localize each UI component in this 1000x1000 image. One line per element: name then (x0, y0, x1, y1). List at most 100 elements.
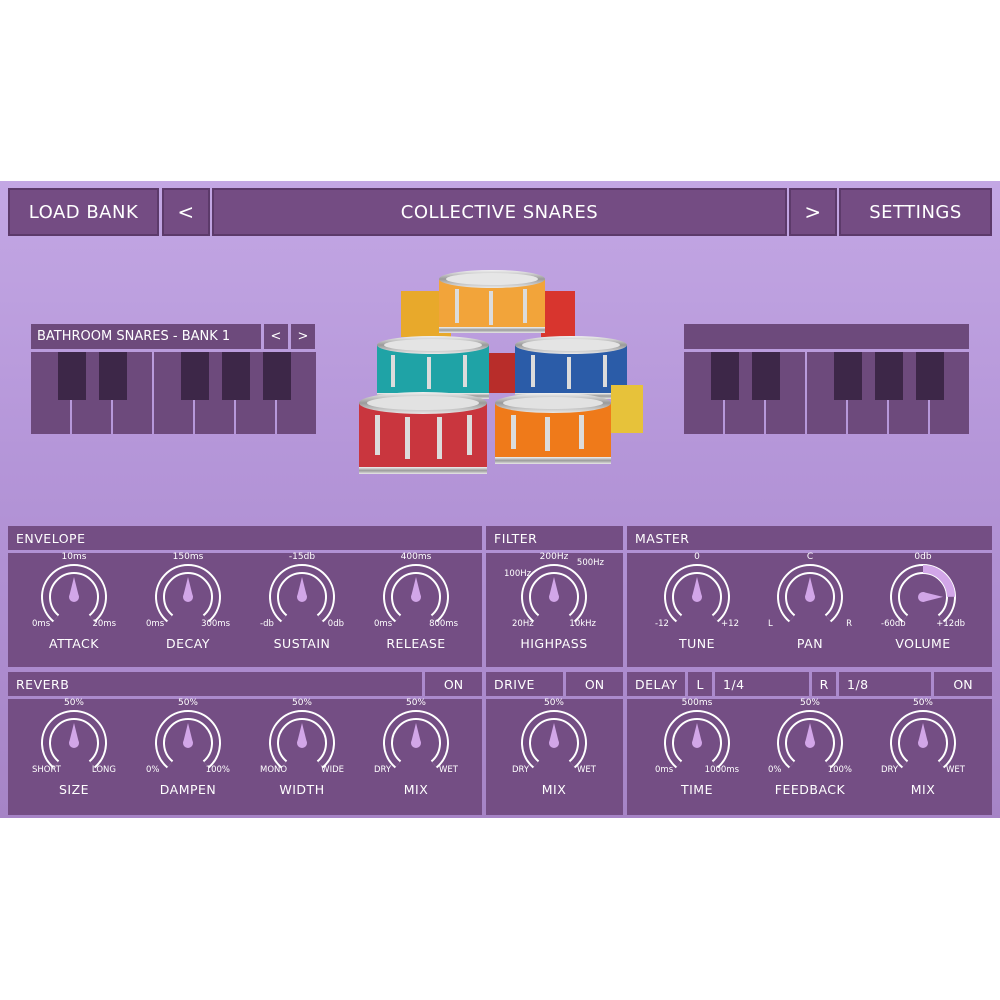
master-pan-knob[interactable]: C L R PAN (760, 552, 860, 665)
reverb-on-toggle[interactable]: ON (425, 672, 482, 696)
black-key[interactable] (181, 352, 209, 400)
left-keyboard[interactable] (31, 352, 316, 434)
snare-drums-image (359, 270, 643, 474)
reverb-panel: 50% SHORT LONG SIZE 50% 0% 100% DAMPEN 50% MONO WI… (8, 698, 482, 815)
envelope-sustain-name-label: SUSTAIN (273, 636, 331, 651)
delay-time-value-label: 500ms (681, 698, 713, 708)
reverb-dampen-value-label: 50% (177, 698, 198, 708)
master-tune-knob[interactable]: 0 -12 +12 TUNE (647, 552, 747, 665)
envelope-attack-value-label: 10ms (61, 552, 87, 562)
right-bank-name (684, 324, 969, 349)
black-key[interactable] (263, 352, 291, 400)
load-bank-button[interactable]: LOAD BANK (8, 188, 159, 236)
master-volume-level-arc (922, 565, 955, 598)
envelope-header: ENVELOPE (8, 526, 482, 550)
reverb-width-max-label: WIDE (321, 765, 344, 775)
master-volume-max-label: +12db (936, 619, 965, 629)
settings-button[interactable]: SETTINGS (839, 188, 992, 236)
delay-time-max-label: 1000ms (704, 765, 739, 775)
reverb-dampen-name-label: DAMPEN (159, 782, 217, 797)
black-key[interactable] (58, 352, 86, 400)
delay-right-label: R (812, 672, 836, 696)
black-key[interactable] (752, 352, 780, 400)
envelope-attack-min-label: 0ms (32, 619, 51, 629)
filter-header: FILTER (486, 526, 623, 550)
envelope-panel: 10ms 0ms 20ms ATTACK 150ms 0ms 300ms DECAY -15db… (8, 552, 482, 667)
master-volume-name-label: VOLUME (895, 636, 951, 651)
delay-left-label: L (688, 672, 712, 696)
drive-on-toggle[interactable]: ON (566, 672, 623, 696)
master-volume-knob[interactable]: 0db -60db +12db VOLUME (873, 552, 973, 665)
reverb-mix-max-label: WET (439, 765, 458, 775)
master-tune-name-label: TUNE (678, 636, 716, 651)
filter-highpass-min-label: 20Hz (512, 619, 534, 629)
reverb-size-min-label: SHORT (32, 765, 61, 775)
delay-feedback-name-label: FEEDBACK (774, 782, 846, 797)
filter-highpass-name-label: HIGHPASS (520, 636, 588, 651)
sub-bank-prev-button[interactable]: < (264, 324, 288, 349)
envelope-release-min-label: 0ms (374, 619, 393, 629)
delay-feedback-knob[interactable]: 50% 0% 100% FEEDBACK (760, 698, 860, 811)
master-volume-min-label: -60db (881, 619, 906, 629)
envelope-decay-knob[interactable]: 150ms 0ms 300ms DECAY (138, 552, 238, 665)
prev-bank-button[interactable]: < (162, 188, 210, 236)
sub-bank-next-button[interactable]: > (291, 324, 315, 349)
delay-mix-min-label: DRY (881, 765, 899, 775)
reverb-mix-name-label: MIX (403, 782, 429, 797)
reverb-dampen-max-label: 100% (205, 765, 230, 775)
bank-title-display: COLLECTIVE SNARES (212, 188, 787, 236)
envelope-sustain-max-label: 0db (327, 619, 344, 629)
envelope-attack-name-label: ATTACK (49, 636, 99, 651)
drive-mix-min-label: DRY (512, 765, 530, 775)
drive-mix-name-label: MIX (541, 782, 567, 797)
delay-time-name-label: TIME (680, 782, 713, 797)
reverb-header: REVERB (8, 672, 422, 696)
delay-mix-max-label: WET (946, 765, 965, 775)
envelope-release-knob[interactable]: 400ms 0ms 800ms RELEASE (366, 552, 466, 665)
delay-right-division[interactable]: 1/8 (839, 672, 931, 696)
envelope-attack-knob[interactable]: 10ms 0ms 20ms ATTACK (24, 552, 124, 665)
black-key[interactable] (834, 352, 862, 400)
reverb-size-value-label: 50% (63, 698, 84, 708)
drive-panel: 50% DRY WET MIX (486, 698, 623, 815)
delay-feedback-value-label: 50% (799, 698, 820, 708)
delay-mix-name-label: MIX (910, 782, 936, 797)
delay-mix-knob[interactable]: 50% DRY WET MIX (873, 698, 973, 811)
delay-left-division[interactable]: 1/4 (715, 672, 809, 696)
master-volume-value-label: 0db (914, 552, 932, 562)
filter-highpass-max-label: 10kHz (569, 619, 596, 629)
master-pan-dial[interactable] (760, 555, 860, 635)
black-key[interactable] (916, 352, 944, 400)
reverb-dampen-knob[interactable]: 50% 0% 100% DAMPEN (138, 698, 238, 811)
black-key[interactable] (711, 352, 739, 400)
black-key[interactable] (222, 352, 250, 400)
delay-panel: 500ms 0ms 1000ms TIME 50% 0% 100% FEEDBACK 50% DR… (627, 698, 992, 815)
envelope-decay-value-label: 150ms (172, 552, 204, 562)
right-keyboard[interactable] (684, 352, 969, 434)
black-key[interactable] (875, 352, 903, 400)
envelope-attack-max-label: 20ms (92, 619, 116, 629)
master-pan-value-label: C (806, 552, 814, 562)
envelope-sustain-value-label: -15db (288, 552, 316, 562)
master-pan-min-label: L (768, 619, 773, 629)
filter-highpass-knob[interactable]: 200Hz 20Hz 10kHz HIGHPASS 100Hz 500Hz (504, 552, 604, 665)
delay-on-toggle[interactable]: ON (934, 672, 992, 696)
delay-time-knob[interactable]: 500ms 0ms 1000ms TIME (647, 698, 747, 811)
master-pan-max-label: R (846, 619, 852, 629)
next-bank-button[interactable]: > (789, 188, 837, 236)
reverb-mix-min-label: DRY (374, 765, 392, 775)
sub-bank-name: BATHROOM SNARES - BANK 1 (31, 324, 261, 349)
reverb-width-knob[interactable]: 50% MONO WIDE WIDTH (252, 698, 352, 811)
reverb-dampen-min-label: 0% (146, 765, 160, 775)
master-tune-min-label: -12 (655, 619, 669, 629)
reverb-size-knob[interactable]: 50% SHORT LONG SIZE (24, 698, 124, 811)
reverb-mix-knob[interactable]: 50% DRY WET MIX (366, 698, 466, 811)
delay-header: DELAY (627, 672, 685, 696)
delay-feedback-min-label: 0% (768, 765, 782, 775)
envelope-sustain-knob[interactable]: -15db -db 0db SUSTAIN (252, 552, 352, 665)
drive-mix-knob[interactable]: 50% DRY WET MIX (504, 698, 604, 811)
delay-mix-value-label: 50% (912, 698, 933, 708)
envelope-sustain-min-label: -db (260, 619, 274, 629)
black-key[interactable] (99, 352, 127, 400)
master-tune-max-label: +12 (721, 619, 739, 629)
